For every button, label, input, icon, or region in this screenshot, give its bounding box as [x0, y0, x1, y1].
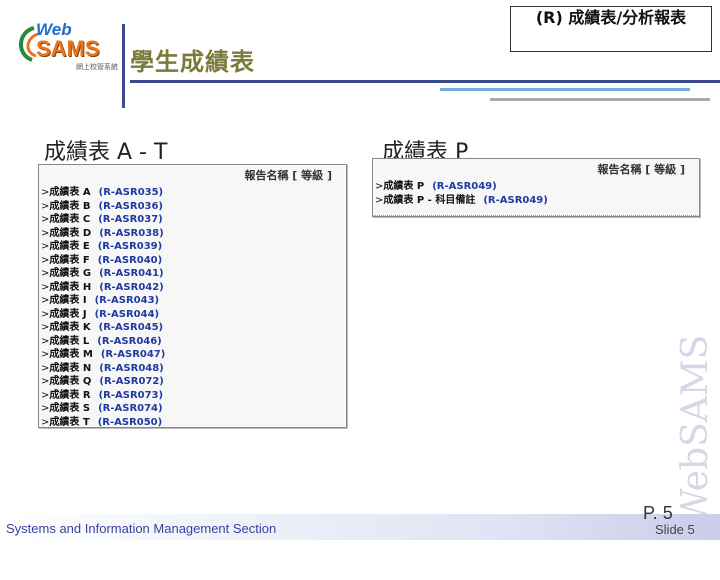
report-link[interactable]: >成績表 F (R-ASR040): [41, 251, 346, 266]
report-link[interactable]: >成績表 G (R-ASR041): [41, 264, 346, 279]
header-rule-tertiary: [490, 98, 710, 101]
section-label-a-t: 成績表 A - T: [44, 140, 168, 165]
panel-header: 報告名稱 [ 等級 ]: [244, 169, 332, 182]
report-name: 成績表 T: [49, 416, 90, 428]
report-link[interactable]: >成績表 M (R-ASR047): [41, 345, 346, 360]
report-link[interactable]: >成績表 P (R-ASR049): [375, 177, 699, 192]
panel-p-cutoff-line: [372, 215, 698, 220]
report-link[interactable]: >成績表 A (R-ASR035): [41, 183, 346, 198]
report-link[interactable]: >成績表 H (R-ASR042): [41, 278, 346, 293]
report-code: (R-ASR050): [97, 416, 163, 428]
report-link[interactable]: >成績表 D (R-ASR038): [41, 224, 346, 239]
websams-logo: Web SAMS 網上校管系統: [14, 20, 124, 72]
report-link[interactable]: >成績表 C (R-ASR037): [41, 210, 346, 225]
report-code: (R-ASR049): [483, 194, 548, 206]
report-link[interactable]: >成績表 J (R-ASR044): [41, 305, 346, 320]
report-link[interactable]: >成績表 S (R-ASR074): [41, 399, 346, 414]
header-rule-secondary: [440, 88, 690, 91]
header-divider: [122, 24, 125, 108]
report-link[interactable]: >成績表 L (R-ASR046): [41, 332, 346, 347]
header-rule-primary: [130, 80, 720, 83]
report-link[interactable]: >成績表 B (R-ASR036): [41, 197, 346, 212]
report-link[interactable]: >成績表 T (R-ASR050): [41, 413, 346, 428]
report-link[interactable]: >成績表 K (R-ASR045): [41, 318, 346, 333]
report-list: >成績表 A (R-ASR035) >成績表 B (R-ASR036) >成績表 C (R…: [39, 181, 346, 428]
report-link[interactable]: >成績表 N (R-ASR048): [41, 359, 346, 374]
report-link[interactable]: >成績表 Q (R-ASR072): [41, 372, 346, 387]
slide-number: Slide 5: [655, 522, 695, 537]
report-list-panel-p: 報告名稱 [ 等級 ] >成績表 P (R-ASR049) >成績表 P - 科目備…: [372, 158, 700, 217]
logo-sams-text: SAMS: [36, 36, 100, 61]
report-link[interactable]: >成績表 I (R-ASR043): [41, 291, 346, 306]
report-list-panel-a-t: 報告名稱 [ 等級 ] >成績表 A (R-ASR035) >成績表 B (R-ASR…: [38, 164, 347, 428]
reference-title-box: (R) 成績表/分析報表: [510, 6, 712, 52]
report-name: 成績表 P - 科目備註: [383, 194, 476, 206]
page-number: P. 5: [643, 503, 673, 523]
logo-subtitle: 網上校管系統: [76, 63, 118, 71]
report-link[interactable]: >成績表 R (R-ASR073): [41, 386, 346, 401]
report-link[interactable]: >成績表 P - 科目備註 (R-ASR049): [375, 191, 699, 206]
footer-org: Systems and Information Management Secti…: [6, 521, 277, 536]
page-title: 學生成績表: [130, 48, 255, 76]
report-list: >成績表 P (R-ASR049) >成績表 P - 科目備註 (R-ASR049): [373, 175, 699, 206]
panel-header: 報告名稱 [ 等級 ]: [597, 163, 685, 176]
report-link[interactable]: >成績表 E (R-ASR039): [41, 237, 346, 252]
